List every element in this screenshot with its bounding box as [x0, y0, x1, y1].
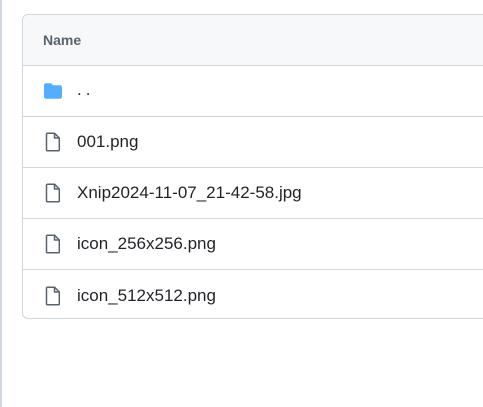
folder-icon — [43, 81, 63, 101]
file-icon — [43, 183, 63, 203]
file-name-link[interactable]: icon_512x512.png — [77, 286, 216, 306]
file-list-header: Name — [23, 15, 483, 66]
file-row-parent-directory[interactable]: .. — [23, 66, 483, 117]
file-row[interactable]: icon_256x256.png — [23, 219, 483, 270]
name-column-header: Name — [43, 32, 82, 48]
file-row[interactable]: icon_512x512.png — [23, 270, 483, 318]
file-name-link[interactable]: icon_256x256.png — [77, 234, 216, 254]
file-icon — [43, 234, 63, 254]
file-icon — [43, 132, 63, 152]
page-divider — [0, 0, 2, 407]
file-list: Name .. 001.png Xnip2024-11-07_21-42-58.… — [22, 14, 483, 319]
file-name-link[interactable]: 001.png — [77, 132, 138, 152]
file-name-link[interactable]: Xnip2024-11-07_21-42-58.jpg — [77, 183, 302, 203]
file-row[interactable]: Xnip2024-11-07_21-42-58.jpg — [23, 168, 483, 219]
file-row[interactable]: 001.png — [23, 117, 483, 168]
file-icon — [43, 285, 63, 306]
file-name-link[interactable]: .. — [77, 80, 94, 100]
